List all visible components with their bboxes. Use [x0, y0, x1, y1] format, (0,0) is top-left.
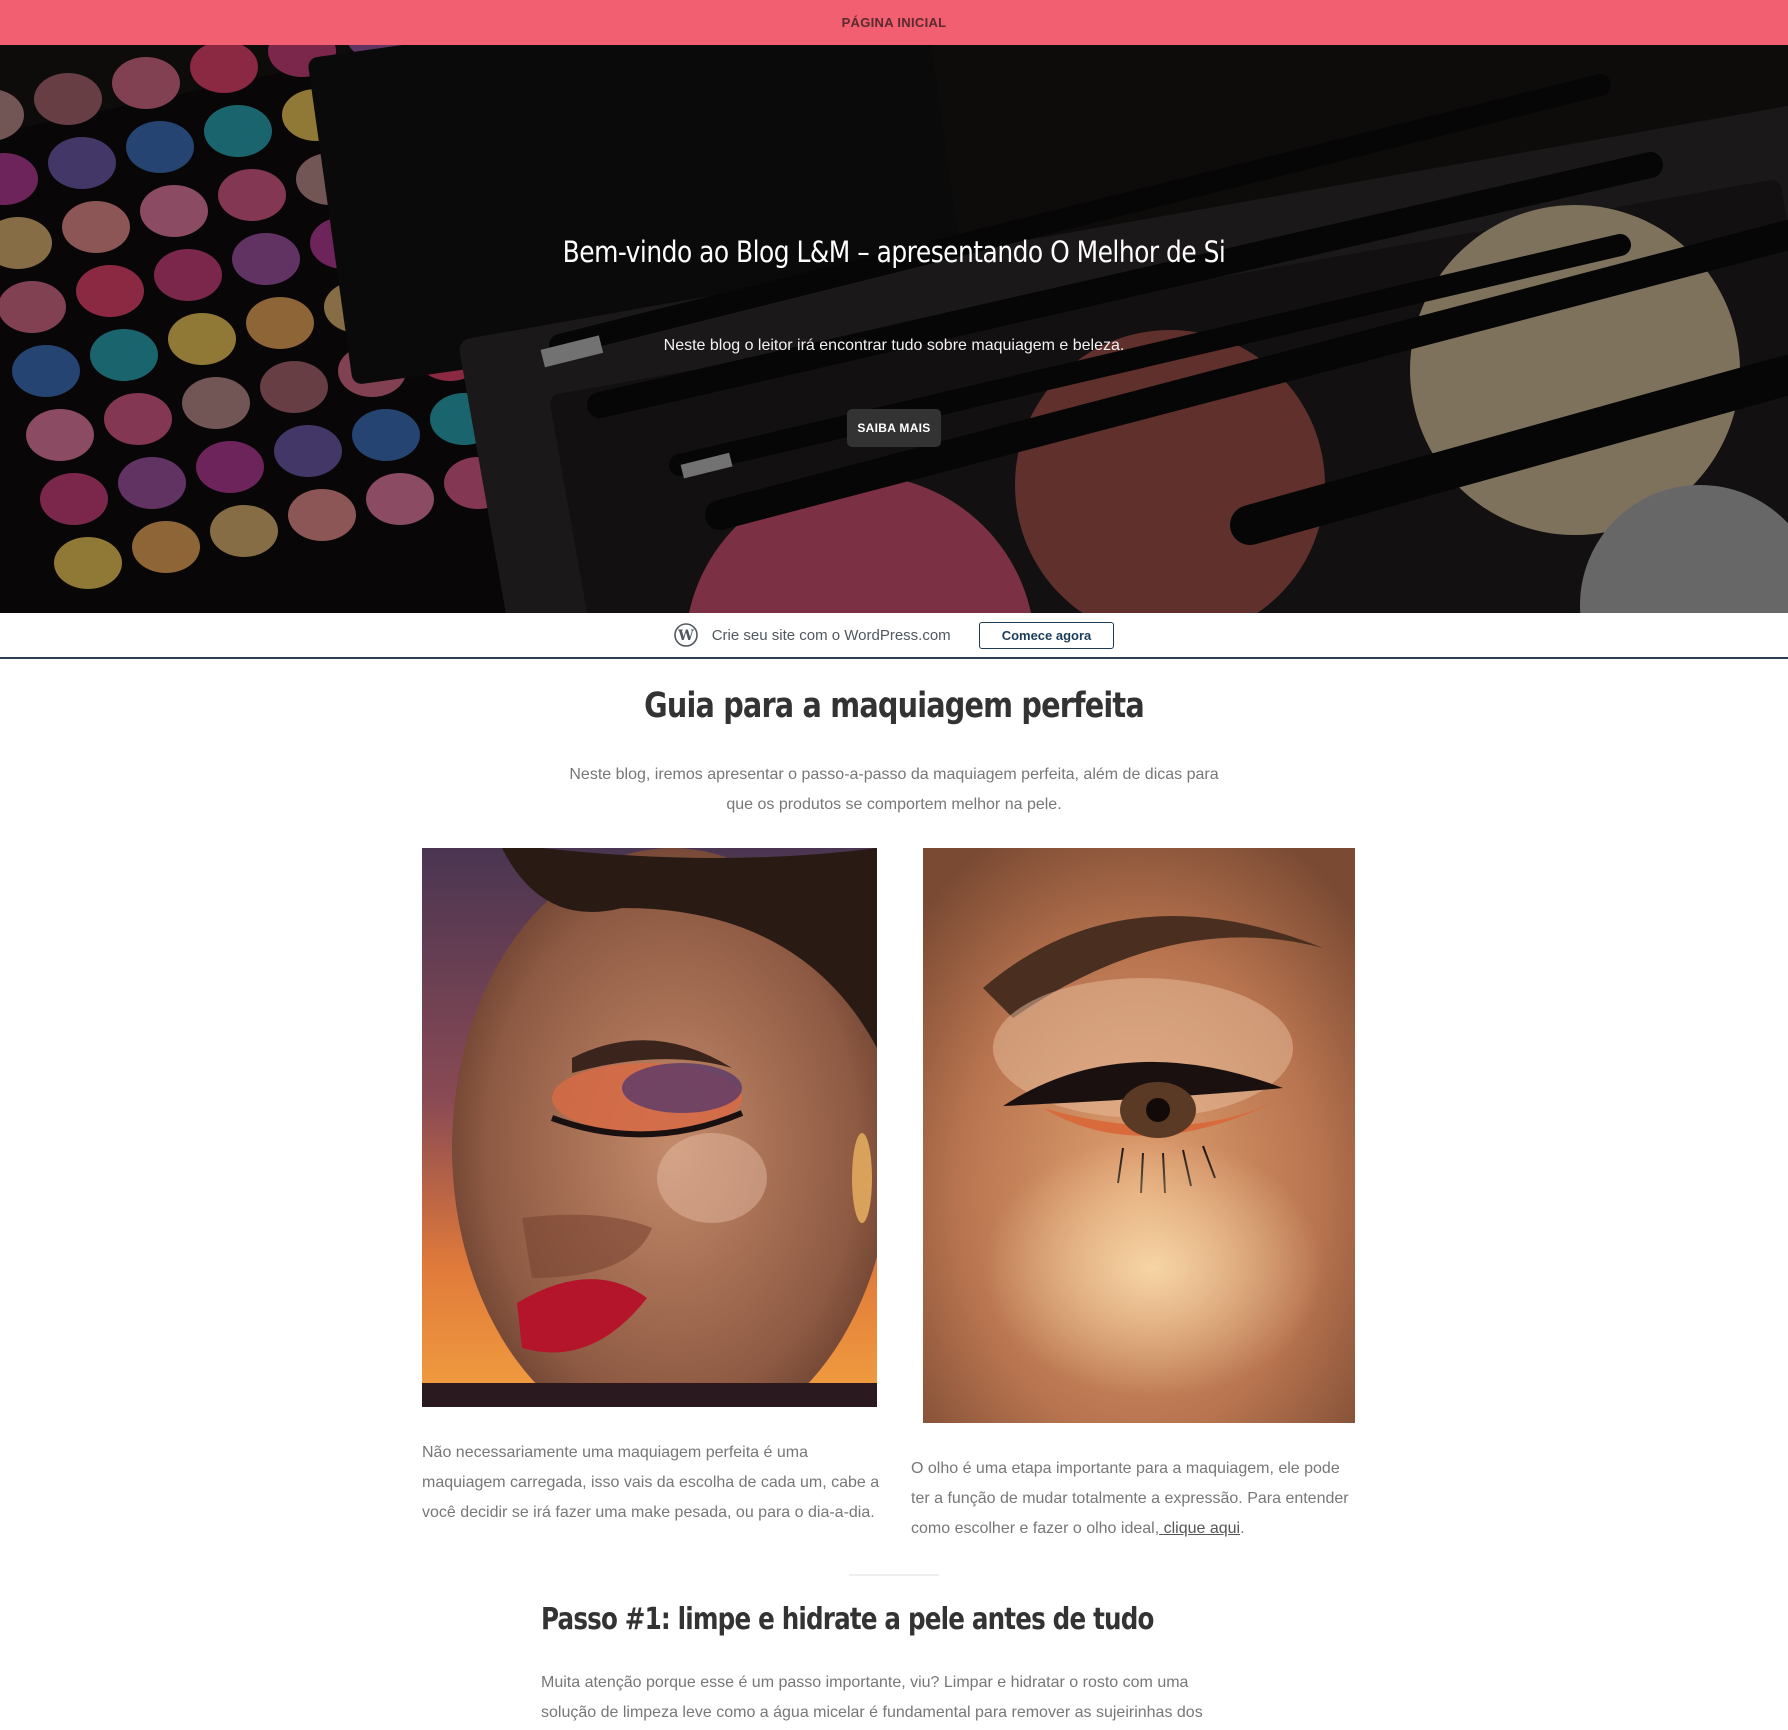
click-here-link[interactable]: clique aqui: [1159, 1520, 1241, 1537]
wordpress-promo-bar: W Crie seu site com o WordPress.com Come…: [0, 613, 1788, 659]
section-title: Guia para a maquiagem perfeita: [644, 686, 1145, 726]
step1-title: Passo #1: limpe e hidrate a pele antes d…: [541, 1602, 1154, 1637]
start-now-button[interactable]: Comece agora: [978, 621, 1115, 649]
section-intro: Neste blog, iremos apresentar o passo-a-…: [569, 766, 1219, 813]
eye-makeup-image: [923, 848, 1355, 1423]
hero-title: Bem-vindo ao Blog L&M – apresentando O M…: [562, 235, 1226, 269]
eye-image-caption: O olho é uma etapa importante para a maq…: [911, 1454, 1361, 1544]
wordpress-promo-text[interactable]: Crie seu site com o WordPress.com: [712, 627, 951, 644]
hero-subtitle: Neste blog o leitor irá encontrar tudo s…: [663, 337, 1125, 354]
wordpress-logo-icon: W: [673, 623, 698, 647]
eye-caption-text: O olho é uma etapa importante para a maq…: [911, 1460, 1349, 1537]
hero-banner: Bem-vindo ao Blog L&M – apresentando O M…: [0, 45, 1788, 613]
top-navigation-bar: PÁGINA INICIAL: [0, 0, 1788, 45]
face-image-caption: Não necessariamente uma maquiagem perfei…: [422, 1444, 880, 1521]
makeup-face-image: [422, 848, 877, 1407]
learn-more-button[interactable]: SAIBA MAIS: [847, 409, 941, 447]
eye-caption-period: .: [1240, 1520, 1245, 1537]
hero-overlay: [0, 45, 1788, 613]
section-divider: [849, 1574, 939, 1576]
nav-home-link[interactable]: PÁGINA INICIAL: [842, 15, 947, 30]
step1-text: Muita atenção porque esse é um passo imp…: [541, 1674, 1203, 1721]
svg-text:W: W: [677, 628, 694, 644]
